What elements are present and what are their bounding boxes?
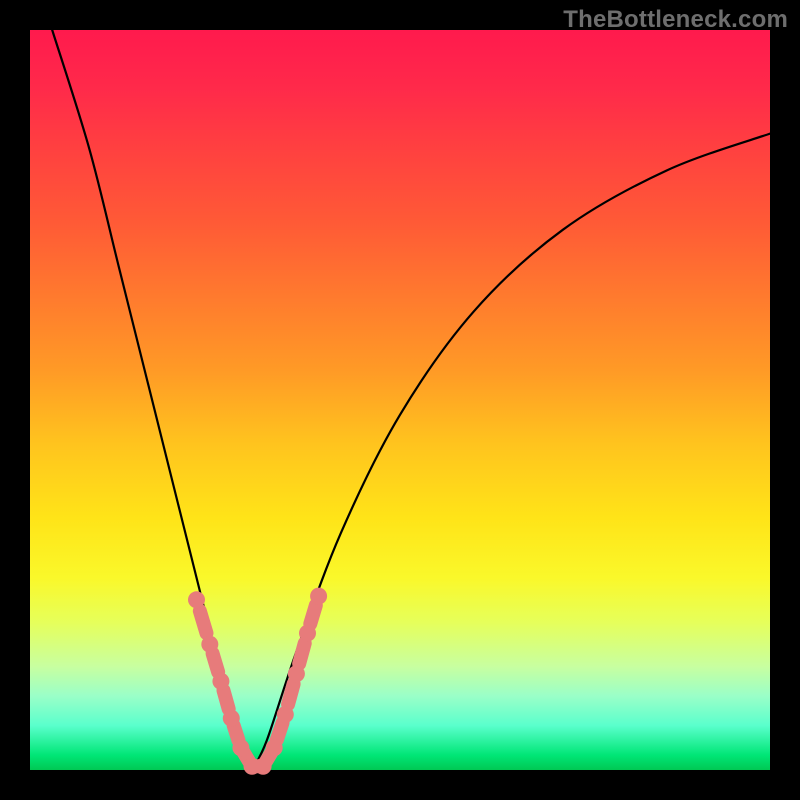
curve-right-branch — [252, 134, 770, 770]
chart-frame — [30, 30, 770, 770]
valley-marker-dot — [188, 591, 205, 608]
valley-marker-link — [299, 643, 305, 663]
valley-marker-dot — [288, 665, 305, 682]
valley-marker-dot — [266, 739, 283, 756]
valley-marker-dot — [212, 673, 229, 690]
bottleneck-curve-plot — [30, 30, 770, 770]
valley-marker-dot — [277, 706, 294, 723]
valley-marker-link — [213, 653, 219, 672]
valley-marker-dot — [299, 625, 316, 642]
valley-marker-dot — [255, 758, 272, 775]
watermark-text: TheBottleneck.com — [563, 6, 788, 34]
valley-marker-dot — [310, 588, 327, 605]
valley-marker-link — [288, 684, 294, 704]
curve-group — [52, 30, 770, 770]
valley-marker-link — [200, 611, 207, 633]
curve-left-branch — [52, 30, 252, 770]
valley-marker-link — [277, 723, 283, 740]
valley-marker-link — [310, 605, 316, 624]
valley-markers — [188, 588, 327, 775]
valley-marker-dot — [201, 636, 218, 653]
valley-marker-link — [234, 726, 239, 741]
valley-marker-dot — [223, 710, 240, 727]
valley-marker-dot — [232, 739, 249, 756]
valley-marker-link — [224, 690, 229, 709]
